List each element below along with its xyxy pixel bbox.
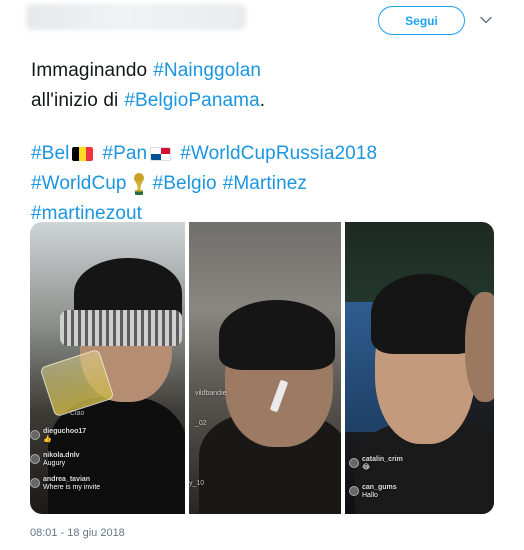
second-person-face	[465, 292, 494, 402]
hashtag-link[interactable]: #Pan	[102, 139, 147, 169]
chevron-down-icon[interactable]	[478, 12, 494, 28]
comment-text: Hallo	[362, 492, 378, 499]
belgium-flag-icon	[72, 147, 94, 161]
panama-flag-icon	[150, 147, 172, 161]
live-overlay-text: y_10	[189, 480, 205, 487]
world-cup-trophy-icon	[131, 172, 147, 196]
tweet-header: Segui	[0, 0, 524, 44]
follow-button[interactable]: Segui	[378, 6, 465, 35]
tweet-line-3: #Bel #Pan #WorldCupRussia2018	[31, 139, 501, 169]
hashtag-link[interactable]: #Martinez	[223, 169, 307, 199]
avatar	[30, 454, 40, 464]
live-comment: dieguchoo17 👍	[30, 428, 86, 444]
tweet-card: Segui Immaginando #Nainggolan all'inizio …	[0, 0, 524, 550]
tweet-timestamp[interactable]: 08:01 - 18 giu 2018	[30, 527, 125, 539]
tweet-text-segment: all'inizio di	[31, 90, 119, 111]
comment-text: 👍	[43, 436, 52, 443]
avatar	[30, 430, 40, 440]
avatar	[349, 486, 359, 496]
live-comment: can_gums Hallo	[349, 484, 397, 500]
live-comment: nikola.dnlv Augury	[30, 452, 80, 468]
hashtag-link[interactable]: #WorldCupRussia2018	[180, 139, 377, 169]
live-overlay-text: vildbandie	[195, 390, 227, 397]
media-image-1[interactable]: Ciao dieguchoo17 👍 nikola.dnlv Augury andr…	[30, 222, 185, 514]
live-overlay-text: Ciao	[70, 410, 85, 417]
live-comment: andrea_tavian Where is my invite	[30, 476, 100, 492]
beanie-shape	[371, 274, 479, 354]
avatar	[349, 458, 359, 468]
tweet-text-segment: Immaginando	[31, 60, 148, 81]
comment-user: catalin_crim	[362, 456, 403, 463]
live-comment: catalin_crim 😂	[349, 456, 403, 472]
hashtag-link[interactable]: #Belgio	[153, 169, 217, 199]
comment-user: can_gums	[362, 484, 397, 491]
comment-text: Where is my invite	[43, 484, 101, 491]
studded-visor	[60, 310, 182, 346]
media-image-2[interactable]: vildbandie _02 y_10	[189, 222, 341, 514]
tweet-text: Immaginando #Nainggolan all'inizio di #Bel…	[31, 56, 501, 229]
comment-text: Augury	[43, 460, 66, 467]
beanie-shape	[219, 300, 335, 370]
media-image-3[interactable]: catalin_crim 😂 can_gums Hallo	[345, 222, 494, 514]
live-overlay-text: _02	[195, 420, 207, 427]
hashtag-link[interactable]: #BelgioPanama	[124, 86, 259, 116]
avatar	[30, 478, 40, 488]
tweet-text-segment: .	[259, 90, 266, 111]
comment-user: andrea_tavian	[43, 476, 91, 483]
comment-text: 😂	[362, 464, 371, 471]
hashtag-link[interactable]: #Bel	[31, 139, 69, 169]
media-grid: Ciao dieguchoo17 👍 nikola.dnlv Augury andr…	[30, 222, 494, 514]
tweet-line-1: Immaginando #Nainggolan	[31, 56, 501, 86]
comment-user: dieguchoo17	[43, 428, 87, 435]
hashtag-link[interactable]: #WorldCup	[31, 169, 127, 199]
tweet-line-2: all'inizio di #BelgioPanama.	[31, 86, 501, 116]
comment-user: nikola.dnlv	[43, 452, 80, 459]
hashtag-link[interactable]: #Nainggolan	[153, 56, 261, 86]
tweet-line-4: #WorldCup #Belgio #Martinez	[31, 169, 501, 199]
blurred-author	[26, 4, 246, 30]
